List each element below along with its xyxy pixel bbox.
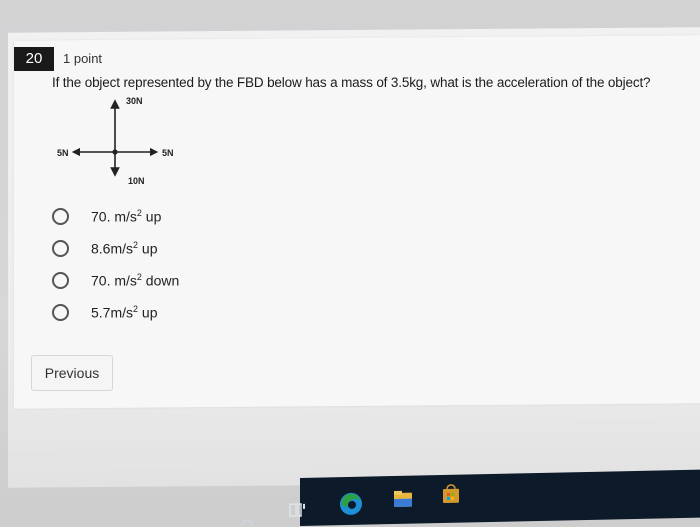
radio-button[interactable] bbox=[52, 303, 69, 321]
force-down-label: 10N bbox=[128, 176, 145, 186]
force-left-label: 5N bbox=[57, 148, 69, 158]
store-icon[interactable] bbox=[440, 483, 462, 505]
radio-button[interactable] bbox=[52, 207, 69, 225]
previous-button[interactable]: Previous bbox=[31, 355, 113, 391]
radio-button[interactable] bbox=[52, 271, 69, 289]
answer-option-text: 5.7m/s2 up bbox=[91, 303, 158, 321]
answer-option-text: 70. m/s2 up bbox=[91, 207, 162, 225]
answer-option-4[interactable]: 5.7m/s2 up bbox=[52, 301, 158, 323]
answer-option-1[interactable]: 70. m/s2 up bbox=[52, 205, 161, 227]
file-explorer-icon[interactable] bbox=[392, 488, 414, 510]
answer-option-2[interactable]: 8.6m/s2 up bbox=[52, 237, 158, 259]
task-view-icon[interactable] bbox=[288, 500, 306, 518]
question-points: 1 point bbox=[63, 51, 103, 66]
answer-option-text: 70. m/s2 down bbox=[91, 271, 180, 289]
question-text: If the object represented by the FBD bel… bbox=[52, 75, 651, 90]
search-icon[interactable] bbox=[240, 515, 254, 527]
force-up-label: 30N bbox=[126, 96, 143, 106]
edge-icon[interactable] bbox=[338, 491, 364, 518]
object-point bbox=[112, 149, 118, 155]
free-body-diagram bbox=[71, 99, 159, 177]
answer-option-3[interactable]: 70. m/s2 down bbox=[52, 269, 179, 291]
answer-option-text: 8.6m/s2 up bbox=[91, 239, 158, 257]
radio-button[interactable] bbox=[52, 239, 69, 257]
windows-taskbar bbox=[241, 469, 700, 526]
force-right-label: 5N bbox=[162, 148, 174, 158]
question-number: 20 bbox=[14, 47, 54, 71]
